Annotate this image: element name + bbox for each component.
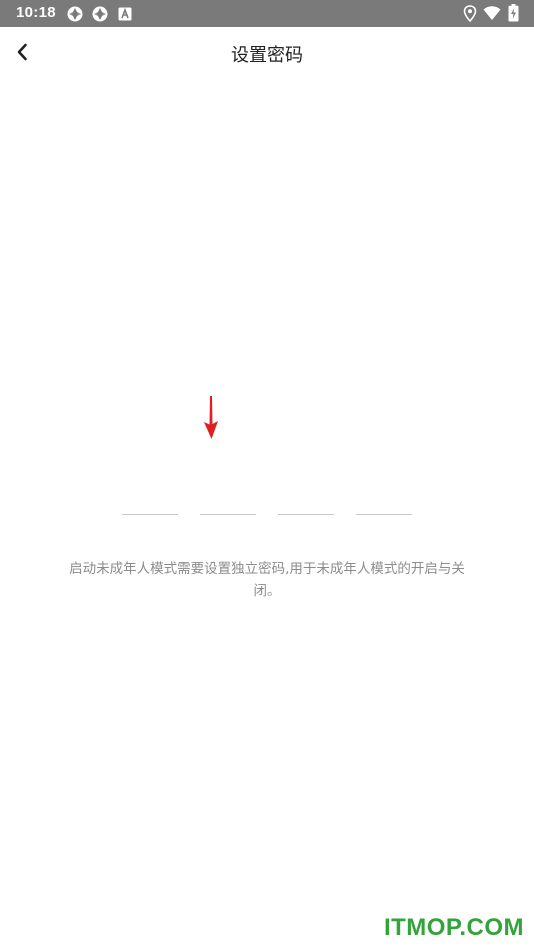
status-time: 10:18	[16, 4, 56, 21]
wifi-icon	[483, 6, 501, 25]
pin-slot-underline	[200, 514, 256, 515]
status-bar: 10:18	[0, 0, 534, 27]
pin-slot-underline	[356, 514, 412, 515]
app-notification-icon	[66, 5, 84, 27]
a-icon	[118, 6, 132, 25]
pin-digit-input-2[interactable]	[200, 484, 260, 516]
battery-charging-icon	[508, 4, 519, 26]
pin-digit-input-1[interactable]	[122, 484, 182, 516]
page-title: 设置密码	[231, 45, 303, 66]
arrow-down-icon	[202, 396, 220, 444]
location-icon	[463, 5, 477, 26]
pin-digit-input-3[interactable]	[278, 484, 338, 516]
hint-text: 启动未成年人模式需要设置独立密码,用于未成年人模式的开启与关闭。	[69, 561, 465, 599]
pin-digit-input-4[interactable]	[356, 484, 416, 516]
app-header: 设置密码	[0, 27, 534, 77]
pin-slot-underline	[122, 514, 178, 515]
app-notification-icon	[91, 5, 109, 27]
pin-slot-underline	[278, 514, 334, 515]
watermark-text: ITMOP.COM	[383, 914, 524, 941]
